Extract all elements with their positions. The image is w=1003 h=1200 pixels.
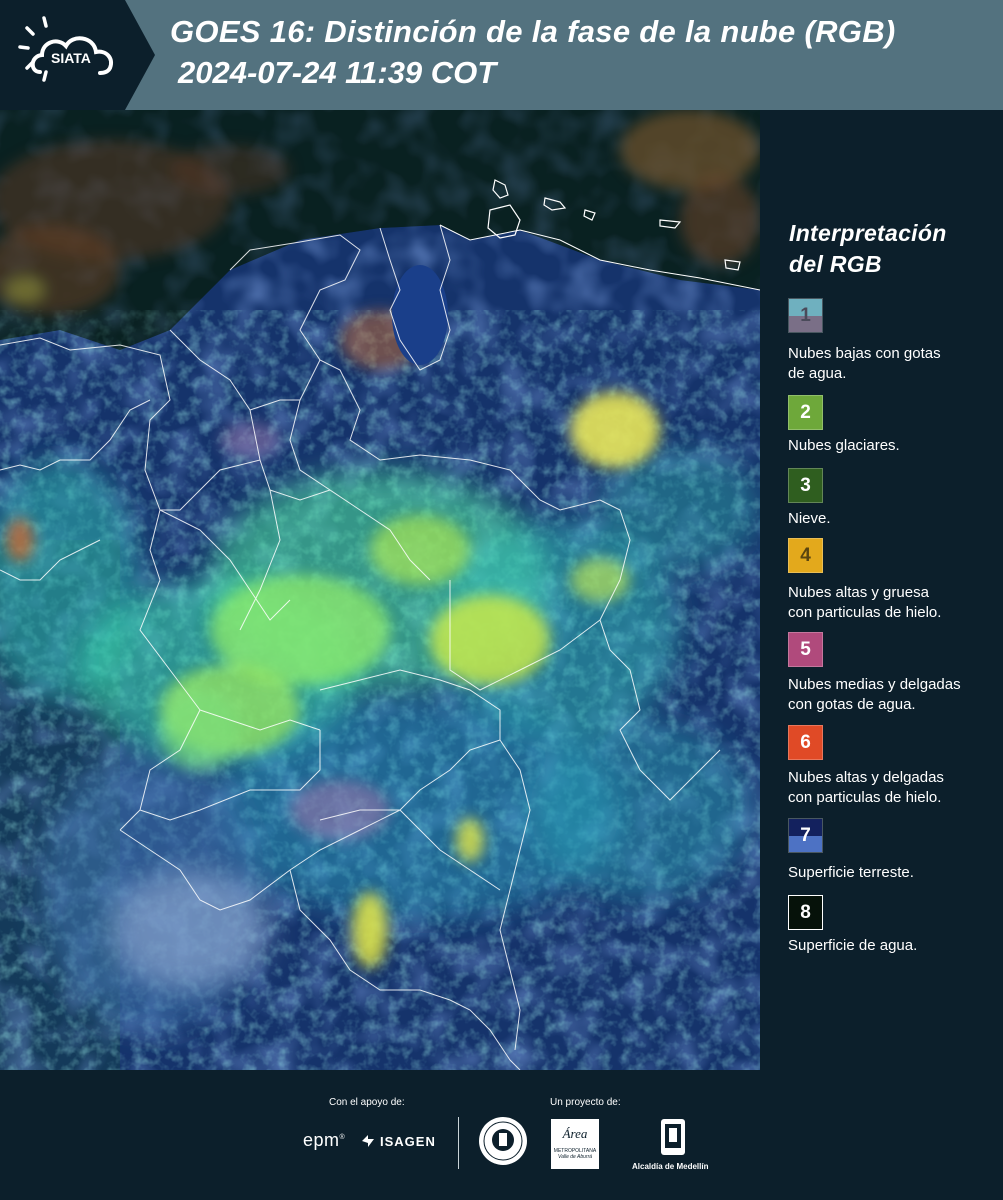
legend-label-2: Nubes glaciares.: [788, 437, 900, 454]
legend-label-8: Superficie de agua.: [788, 937, 918, 954]
legend-label-1: Nubes bajas con gotas de agua.: [788, 345, 941, 382]
isagen-icon: [362, 1135, 374, 1147]
university-seal-logo: [478, 1116, 528, 1171]
medellin-shield-icon: [661, 1119, 685, 1155]
legend-swatch-8: 8: [788, 895, 823, 930]
legend-swatch-3: 3: [788, 468, 823, 503]
satellite-rgb-map: [0, 110, 761, 1071]
footer-divider: [458, 1117, 459, 1169]
legend-swatch-1: 1: [788, 298, 823, 333]
siata-logo: SIATA: [0, 0, 155, 110]
legend-label-7: Superficie terreste.: [788, 864, 914, 881]
isagen-logo: ISAGEN: [360, 1133, 436, 1149]
support-label: Con el apoyo de:: [329, 1097, 405, 1108]
legend-label-4: Nubes altas y gruesa con particulas de h…: [788, 584, 942, 621]
epm-logo: epm®: [303, 1130, 346, 1150]
footer-sponsors: Con el apoyo de: Un proyecto de: epm® IS…: [0, 1070, 1003, 1200]
legend-swatch-6: 6: [788, 725, 823, 760]
svg-text:SIATA: SIATA: [51, 50, 91, 66]
page-title: GOES 16: Distinción de la fase de la nub…: [170, 14, 896, 49]
alcaldia-medellin-logo: Alcaldía de Medellín: [632, 1118, 708, 1171]
area-metropolitana-logo: Área METROPOLITANA Valle de Aburrá: [551, 1119, 599, 1169]
legend-swatch-4: 4: [788, 538, 823, 573]
project-label: Un proyecto de:: [550, 1097, 621, 1108]
timestamp-title: 2024-07-24 11:39 COT: [178, 55, 497, 90]
legend-label-6: Nubes altas y delgadas con particulas de…: [788, 769, 944, 806]
legend-label-3: Nieve.: [788, 510, 831, 527]
legend-label-5: Nubes medias y delgadas con gotas de agu…: [788, 676, 961, 713]
header-bar: SIATA GOES 16: Distinción de la fase de …: [0, 0, 1003, 110]
legend-swatch-7: 7: [788, 818, 823, 853]
legend-panel: Interpretación del RGB 1 Nubes bajas con…: [760, 110, 1003, 1070]
legend-swatch-2: 2: [788, 395, 823, 430]
legend-title: Interpretación del RGB: [789, 220, 947, 277]
legend-swatch-5: 5: [788, 632, 823, 667]
